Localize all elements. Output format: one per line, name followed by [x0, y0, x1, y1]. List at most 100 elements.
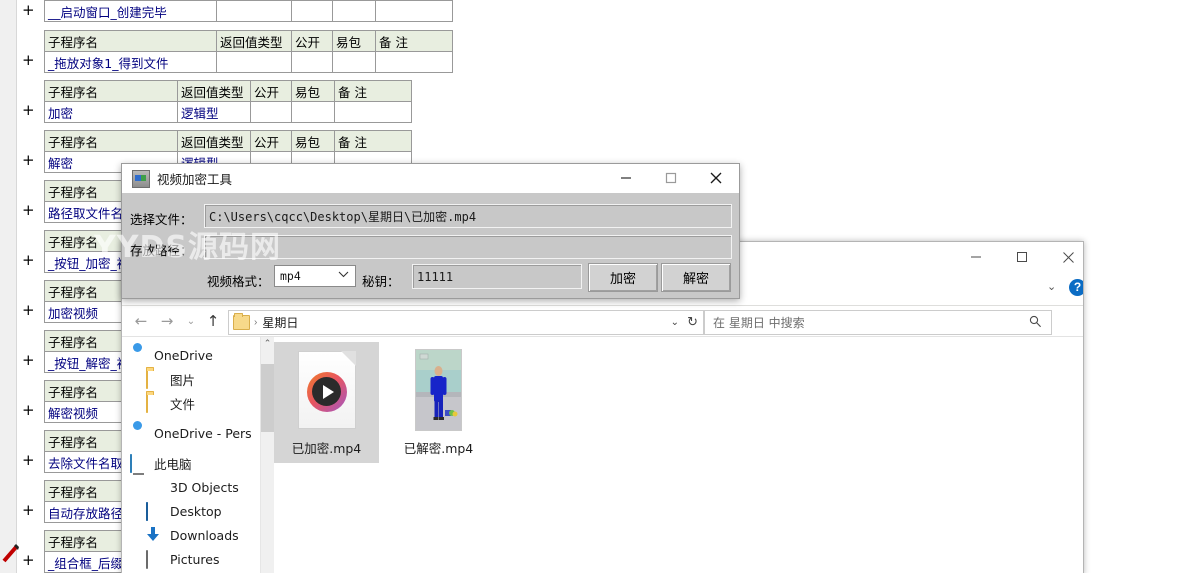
3d-objects-icon: [146, 479, 164, 495]
expand-toggle[interactable]: +: [22, 504, 34, 517]
chevron-down-icon[interactable]: ⌄: [1047, 280, 1056, 293]
col-header-public: 公开: [251, 131, 292, 152]
col-header-pkg: 易包: [333, 31, 376, 52]
sidebar-item-pictures[interactable]: Pictures: [122, 547, 260, 571]
video-format-select[interactable]: mp4: [274, 265, 356, 287]
list-item[interactable]: 已加密.mp4: [274, 342, 379, 463]
procedure-table: 子程序名 返回值类型 公开 易包 备 注 加密 逻辑型: [44, 80, 412, 123]
select-file-label: 选择文件：: [130, 209, 193, 228]
expand-toggle[interactable]: +: [22, 304, 34, 317]
minimize-icon[interactable]: [603, 164, 648, 192]
select-file-input[interactable]: C:\Users\cqcc\Desktop\星期日\已加密.mp4: [204, 204, 732, 228]
app-icon: [132, 170, 150, 188]
maximize-icon[interactable]: [648, 164, 693, 192]
breadcrumb-separator: ›: [254, 317, 257, 328]
sidebar-item-label: 3D Objects: [170, 480, 239, 495]
folder-icon: [146, 371, 164, 387]
expand-toggle[interactable]: +: [22, 4, 34, 17]
explorer-sidebar: OneDrive 图片 文件 OneDrive - Pers 此电脑: [122, 337, 260, 573]
sidebar-item-this-pc[interactable]: 此电脑: [122, 451, 260, 475]
expand-toggle[interactable]: +: [22, 204, 34, 217]
chevron-down-icon[interactable]: ⌄: [671, 317, 679, 328]
close-icon[interactable]: [1045, 242, 1084, 272]
explorer-file-list: 已加密.mp4: [274, 337, 1083, 573]
procedure-block: 子程序名 返回值类型 公开 易包 备 注 _拖放对象1_得到文件: [44, 30, 453, 73]
table-header-row: 子程序名 返回值类型 公开 易包 备 注: [45, 31, 453, 52]
sidebar-scrollbar[interactable]: ⌃: [260, 337, 274, 573]
sidebar-item-downloads[interactable]: Downloads: [122, 523, 260, 547]
file-name: 已加密.mp4: [274, 438, 379, 463]
folder-icon: [146, 395, 164, 411]
file-name: 已解密.mp4: [386, 438, 491, 463]
minimize-icon[interactable]: [953, 242, 999, 272]
scrollbar-thumb[interactable]: [261, 364, 274, 432]
scroll-up-icon[interactable]: ⌃: [261, 337, 274, 351]
search-icon[interactable]: [1029, 315, 1042, 332]
search-input[interactable]: 在 星期日 中搜索: [704, 310, 1052, 335]
secret-key-input[interactable]: 11111: [412, 264, 582, 289]
encrypt-button[interactable]: 加密: [588, 263, 658, 292]
download-icon: [146, 527, 164, 543]
col-header-name: 子程序名: [45, 131, 178, 152]
sidebar-item-label: Desktop: [170, 504, 222, 519]
file-thumbnail: [274, 342, 379, 438]
pictures-icon: [146, 551, 164, 567]
file-thumbnail: [386, 342, 491, 438]
expand-toggle[interactable]: +: [22, 404, 34, 417]
proc-note-cell: [376, 1, 453, 22]
recent-locations-icon[interactable]: ⌄: [180, 310, 202, 332]
sidebar-item-label: OneDrive: [154, 348, 213, 363]
expand-toggle[interactable]: +: [22, 54, 34, 67]
address-bar[interactable]: › 星期日 ⌄ ↻: [228, 310, 704, 335]
col-header-note: 备 注: [335, 131, 412, 152]
video-format-label: 视频格式：: [207, 271, 270, 290]
col-header-type: 返回值类型: [178, 131, 251, 152]
sidebar-item-pictures-cn[interactable]: 图片: [122, 367, 260, 391]
col-header-pkg: 易包: [292, 81, 335, 102]
sidebar-item-desktop[interactable]: Desktop: [122, 499, 260, 523]
refresh-icon[interactable]: ↻: [687, 315, 698, 330]
chevron-down-icon[interactable]: [338, 270, 349, 281]
sidebar-item-label: Downloads: [170, 528, 239, 543]
proc-type-cell: [217, 52, 292, 73]
sidebar-item-3d-objects[interactable]: 3D Objects: [122, 475, 260, 499]
expand-toggle[interactable]: +: [22, 154, 34, 167]
storage-path-input[interactable]: [204, 235, 732, 259]
forward-icon[interactable]: →: [156, 310, 178, 332]
procedure-table: 子程序名 返回值类型 公开 易包 备 注 _拖放对象1_得到文件: [44, 30, 453, 73]
col-header-type: 返回值类型: [178, 81, 251, 102]
procedure-table: __启动窗口_创建完毕: [44, 0, 453, 22]
table-row[interactable]: _拖放对象1_得到文件: [45, 52, 453, 73]
sidebar-item-documents-cn[interactable]: 文件: [122, 391, 260, 415]
proc-name-cell: __启动窗口_创建完毕: [45, 1, 217, 22]
cloud-icon: [130, 347, 148, 363]
table-header-row: 子程序名 返回值类型 公开 易包 备 注: [45, 81, 412, 102]
expand-toggle[interactable]: +: [22, 554, 34, 567]
sidebar-item-onedrive[interactable]: OneDrive: [122, 343, 260, 367]
expand-toggle[interactable]: +: [22, 104, 34, 117]
procedure-block: 子程序名 返回值类型 公开 易包 备 注 加密 逻辑型: [44, 80, 412, 123]
col-header-name: 子程序名: [45, 81, 178, 102]
back-icon[interactable]: ←: [130, 310, 152, 332]
expand-toggle[interactable]: +: [22, 254, 34, 267]
table-row[interactable]: 加密 逻辑型: [45, 102, 412, 123]
explorer-navbar: ← → ⌄ ↑ › 星期日 ⌄ ↻ 在 星期日 中搜索: [122, 306, 1083, 336]
tool-titlebar[interactable]: 视频加密工具: [122, 164, 739, 193]
expand-toggle[interactable]: +: [22, 354, 34, 367]
sidebar-item-label: OneDrive - Pers: [154, 426, 252, 441]
sidebar-item-label: 文件: [170, 394, 195, 413]
table-row[interactable]: __启动窗口_创建完毕: [45, 1, 453, 22]
close-icon[interactable]: [693, 164, 738, 192]
proc-type-cell: 逻辑型: [178, 102, 251, 123]
pc-icon: [130, 455, 148, 471]
help-icon[interactable]: ?: [1069, 279, 1084, 296]
video-placeholder-icon: [298, 351, 356, 429]
list-item[interactable]: 已解密.mp4: [386, 342, 491, 463]
up-icon[interactable]: ↑: [202, 310, 224, 332]
expand-toggle[interactable]: +: [22, 454, 34, 467]
video-format-value: mp4: [280, 269, 301, 283]
maximize-icon[interactable]: [999, 242, 1045, 272]
procedure-block: __启动窗口_创建完毕: [44, 0, 453, 22]
sidebar-item-onedrive-personal[interactable]: OneDrive - Pers: [122, 421, 260, 445]
decrypt-button[interactable]: 解密: [661, 263, 731, 292]
